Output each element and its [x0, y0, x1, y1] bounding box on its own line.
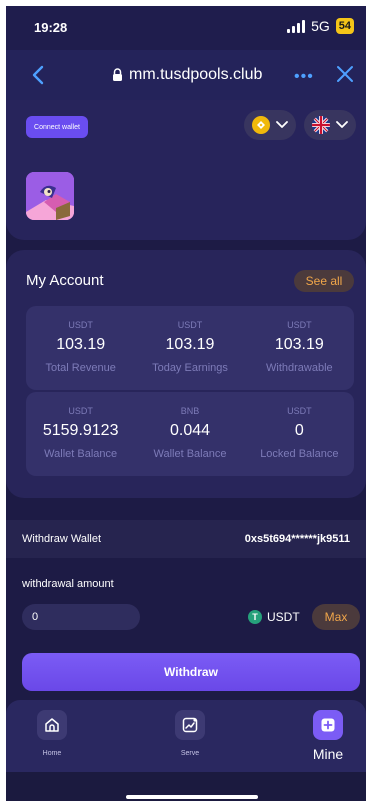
app-logo: [26, 172, 74, 220]
stat-label: Withdrawable: [266, 362, 333, 374]
lock-icon: [113, 68, 122, 81]
chevron-down-icon: [276, 121, 288, 128]
tab-serve[interactable]: Serve: [160, 710, 220, 757]
battery-icon: 54: [335, 18, 354, 34]
stat-unit: BNB: [180, 406, 200, 416]
home-icon: [37, 710, 67, 740]
stat-label: Today Earnings: [152, 362, 228, 374]
stat-label: Total Revenue: [45, 362, 116, 374]
tab-home[interactable]: Home: [22, 710, 82, 757]
account-card: My Account See all USDT 103.19 Total Rev…: [6, 250, 366, 498]
header-card: Connect wallet: [6, 100, 366, 240]
wallet-address: 0xs5t694******jk9511: [244, 533, 350, 545]
withdraw-wallet-label: Withdraw Wallet: [22, 533, 102, 545]
stat-wallet-balance-bnb: BNB 0.044 Wallet Balance: [135, 392, 244, 476]
stat-value: 0.044: [169, 422, 211, 439]
stat-unit: USDT: [287, 320, 312, 330]
chevron-down-icon: [336, 121, 348, 128]
withdrawal-amount-label: withdrawal amount: [22, 578, 114, 590]
stat-value: 103.19: [56, 336, 106, 353]
stat-unit: USDT: [177, 320, 203, 330]
language-selector[interactable]: [304, 110, 356, 140]
token-name: USDT: [267, 610, 300, 624]
withdraw-wallet-row: Withdraw Wallet 0xs5t694******jk9511: [6, 520, 366, 558]
stat-value: 103.19: [274, 336, 324, 353]
url-text: mm.tusdpools.club: [129, 66, 263, 83]
stat-withdrawable: USDT 103.19 Withdrawable: [245, 306, 354, 390]
token-display: T USDT: [248, 610, 300, 624]
stat-label: Wallet Balance: [44, 448, 118, 460]
tab-label: Home: [42, 750, 62, 757]
back-icon[interactable]: [28, 63, 48, 87]
amount-input[interactable]: 0: [22, 604, 140, 630]
stat-unit: USDT: [68, 406, 93, 416]
stats-row: USDT 5159.9123 Wallet Balance BNB 0.044 …: [26, 392, 354, 476]
stat-value: 0: [294, 422, 304, 439]
status-time: 19:28: [34, 20, 68, 35]
stats-row: USDT 103.19 Total Revenue USDT 103.19 To…: [26, 306, 354, 390]
stat-locked-balance: USDT 0 Locked Balance: [245, 392, 354, 476]
more-options-button[interactable]: •••: [294, 68, 314, 86]
see-all-button[interactable]: See all: [294, 270, 354, 292]
status-indicators: 5G 54: [287, 18, 354, 34]
uk-flag-icon: [312, 116, 330, 134]
network-selector[interactable]: [244, 110, 296, 140]
account-title: My Account: [26, 272, 104, 289]
bottom-tab-bar: Home Serve Mine: [6, 700, 366, 772]
stat-wallet-balance-usdt: USDT 5159.9123 Wallet Balance: [26, 392, 135, 476]
max-button[interactable]: Max: [312, 604, 360, 630]
status-bar: 19:28 5G 54: [6, 6, 366, 50]
phone-screen: 19:28 5G 54 mm.tusdpools.club ••• Connec…: [6, 6, 366, 801]
connect-wallet-button[interactable]: Connect wallet: [26, 116, 88, 138]
bnb-coin-icon: [252, 116, 270, 134]
stat-total-revenue: USDT 103.19 Total Revenue: [26, 306, 135, 390]
stat-today-earnings: USDT 103.19 Today Earnings: [135, 306, 244, 390]
withdraw-section: withdrawal amount 0 T USDT Max Withdraw: [6, 566, 366, 706]
stat-label: Locked Balance: [260, 448, 339, 460]
stat-label: Wallet Balance: [153, 448, 227, 460]
tab-mine[interactable]: Mine: [298, 710, 358, 762]
tether-icon: T: [248, 610, 262, 624]
stat-unit: USDT: [68, 320, 93, 330]
tab-label: Serve: [180, 750, 200, 757]
close-icon[interactable]: [336, 65, 354, 83]
stat-value: 103.19: [165, 336, 215, 353]
chart-icon: [175, 710, 205, 740]
withdraw-button[interactable]: Withdraw: [22, 653, 360, 691]
network-type: 5G: [311, 18, 330, 34]
home-indicator[interactable]: [126, 795, 258, 799]
plus-square-icon: [313, 710, 343, 740]
stat-unit: USDT: [287, 406, 312, 416]
browser-bar: mm.tusdpools.club •••: [6, 50, 366, 100]
signal-icon: [287, 19, 306, 33]
tab-label: Mine: [312, 746, 344, 762]
url-display[interactable]: mm.tusdpools.club: [112, 66, 262, 84]
stat-value: 5159.9123: [42, 422, 119, 439]
